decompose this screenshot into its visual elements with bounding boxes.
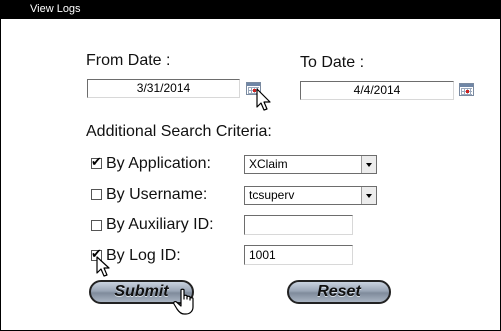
- arrow-cursor-icon: [256, 88, 271, 111]
- reset-button[interactable]: Reset: [287, 280, 391, 304]
- username-select[interactable]: tcsuperv: [244, 186, 377, 205]
- application-select[interactable]: XClaim: [244, 155, 377, 174]
- username-select-value: tcsuperv: [249, 188, 295, 202]
- title-bar: View Logs: [0, 0, 501, 19]
- hand-cursor-icon: [173, 288, 194, 315]
- by-log-id-label: By Log ID:: [106, 247, 181, 264]
- auxiliary-id-input[interactable]: [244, 215, 353, 235]
- calendar-icon[interactable]: [459, 83, 474, 96]
- window-title: View Logs: [30, 3, 81, 15]
- by-auxiliary-id-checkbox[interactable]: [91, 220, 102, 231]
- arrow-cursor-icon: [96, 256, 110, 277]
- log-id-input[interactable]: 1001: [244, 245, 353, 265]
- chevron-down-icon[interactable]: [361, 156, 376, 173]
- to-date-field[interactable]: 4/4/2014: [300, 81, 454, 100]
- from-date-field[interactable]: 3/31/2014: [87, 79, 240, 98]
- search-criteria-heading: Additional Search Criteria:: [86, 123, 272, 140]
- by-application-label: By Application:: [106, 155, 211, 172]
- chevron-down-icon[interactable]: [361, 187, 376, 204]
- by-auxiliary-id-label: By Auxiliary ID:: [106, 216, 214, 233]
- to-date-label: To Date :: [300, 54, 365, 71]
- application-select-value: XClaim: [249, 157, 288, 171]
- by-username-label: By Username:: [106, 186, 208, 203]
- from-date-label: From Date :: [86, 52, 171, 69]
- checkmark-icon: ✔: [91, 154, 102, 169]
- by-username-checkbox[interactable]: [91, 189, 102, 200]
- by-application-checkbox[interactable]: ✔: [91, 154, 102, 169]
